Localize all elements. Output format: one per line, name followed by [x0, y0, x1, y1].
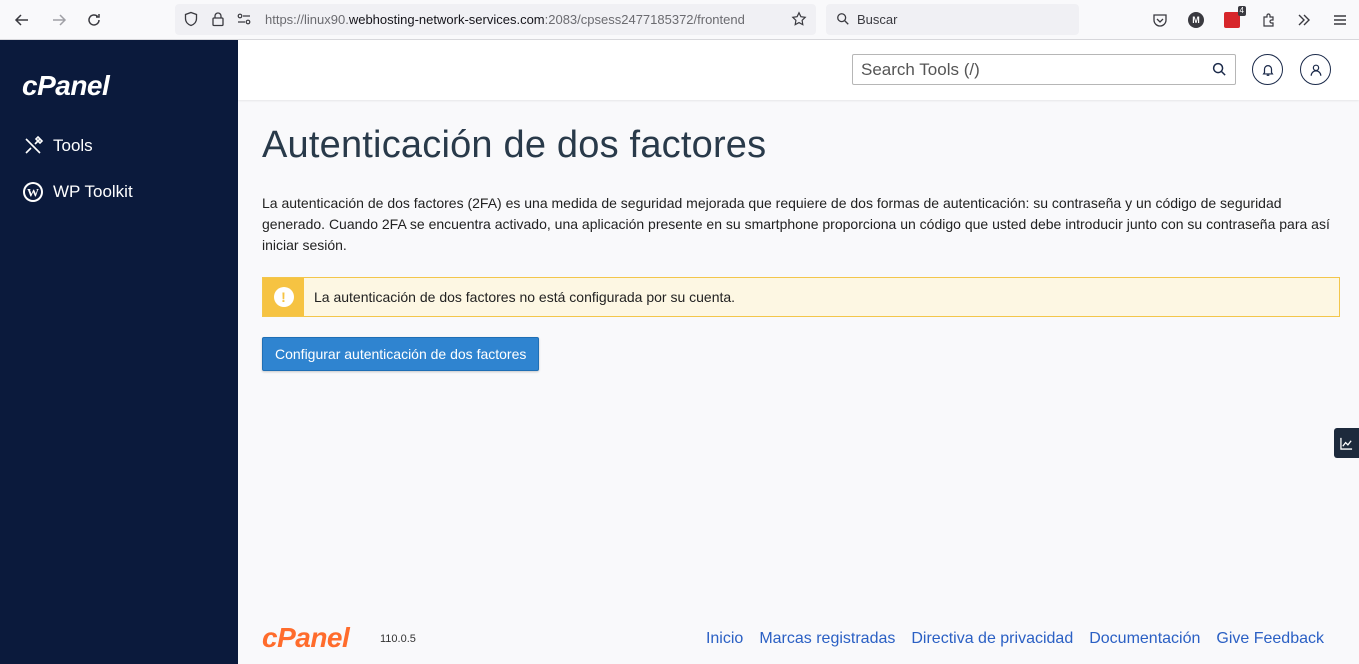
- browser-toolbar: https://linux90.webhosting-network-servi…: [0, 0, 1359, 40]
- search-icon[interactable]: [1212, 62, 1227, 77]
- overflow-chevrons-icon[interactable]: [1292, 8, 1316, 32]
- browser-search-bar[interactable]: Buscar: [826, 4, 1079, 35]
- cpanel-logo[interactable]: cPanel: [22, 70, 110, 102]
- sidebar-item-tools[interactable]: Tools: [22, 135, 93, 157]
- footer-links: Inicio Marcas registradas Directiva de p…: [706, 630, 1324, 648]
- search-icon: [837, 13, 849, 25]
- footer-cpanel-logo[interactable]: cPanel: [262, 622, 350, 654]
- tools-icon: [25, 135, 44, 154]
- bookmark-star-icon[interactable]: [791, 11, 807, 27]
- page-title: Autenticación de dos factores: [262, 124, 767, 166]
- extension-icon: 4: [1224, 6, 1246, 28]
- lock-icon[interactable]: [210, 11, 226, 27]
- footer-link-documentacion[interactable]: Documentación: [1089, 630, 1200, 648]
- sidebar: cPanel Tools W WP Toolkit: [0, 40, 238, 664]
- reload-icon: [88, 14, 100, 26]
- configure-2fa-button[interactable]: Configurar autenticación de dos factores: [262, 337, 540, 371]
- profile-avatar: M: [1188, 12, 1204, 28]
- footer-link-privacidad[interactable]: Directiva de privacidad: [911, 630, 1073, 648]
- footer-link-inicio[interactable]: Inicio: [706, 630, 743, 648]
- back-arrow-icon: [14, 14, 28, 26]
- user-icon: [1310, 64, 1321, 76]
- alert-icon-box: !: [263, 278, 304, 316]
- site-permissions-icon[interactable]: [236, 11, 252, 27]
- footer-version: 110.0.5: [380, 633, 416, 645]
- user-account-button[interactable]: [1300, 54, 1331, 85]
- bell-icon: [1261, 64, 1274, 76]
- pocket-icon[interactable]: [1148, 8, 1172, 32]
- tool-search-box: [852, 54, 1236, 85]
- search-tools-input[interactable]: [853, 55, 1193, 84]
- sidebar-item-label: Tools: [53, 136, 93, 155]
- page-description: La autenticación de dos factores (2FA) e…: [262, 195, 1330, 253]
- url-prefix: https://linux90.: [265, 12, 349, 27]
- url-bar[interactable]: https://linux90.webhosting-network-servi…: [175, 4, 816, 35]
- extension-button[interactable]: 4: [1220, 6, 1246, 32]
- stats-side-tab[interactable]: [1334, 428, 1359, 458]
- extensions-puzzle-icon[interactable]: [1257, 8, 1281, 32]
- browser-search-placeholder: Buscar: [857, 12, 898, 27]
- svg-text:W: W: [27, 186, 39, 200]
- shield-icon[interactable]: [183, 11, 199, 27]
- top-header: [238, 40, 1359, 100]
- footer-link-marcas[interactable]: Marcas registradas: [759, 630, 895, 648]
- reload-button[interactable]: [82, 8, 106, 32]
- notifications-button[interactable]: [1252, 54, 1283, 85]
- url-text[interactable]: https://linux90.webhosting-network-servi…: [265, 12, 785, 27]
- chart-icon: [1340, 437, 1353, 450]
- sidebar-item-label: WP Toolkit: [53, 182, 133, 201]
- profile-button[interactable]: M: [1184, 8, 1208, 32]
- main-content: Autenticación de dos factores La autenti…: [238, 100, 1359, 664]
- url-host: webhosting-network-services.com: [348, 12, 545, 27]
- forward-button[interactable]: [47, 8, 71, 32]
- url-suffix: :2083/cpsess2477185372/frontend: [544, 12, 745, 27]
- sidebar-item-wp-toolkit[interactable]: W WP Toolkit: [22, 181, 133, 203]
- exclamation-icon: !: [273, 287, 294, 307]
- footer-link-feedback[interactable]: Give Feedback: [1216, 630, 1324, 648]
- hamburger-menu-icon[interactable]: [1328, 8, 1352, 32]
- back-button[interactable]: [10, 8, 34, 32]
- wordpress-icon: W: [23, 182, 43, 202]
- alert-text: La autenticación de dos factores no está…: [314, 289, 736, 305]
- extension-badge: 4: [1237, 6, 1246, 16]
- warning-alert: ! La autenticación de dos factores no es…: [262, 277, 1340, 317]
- forward-arrow-icon: [53, 14, 67, 26]
